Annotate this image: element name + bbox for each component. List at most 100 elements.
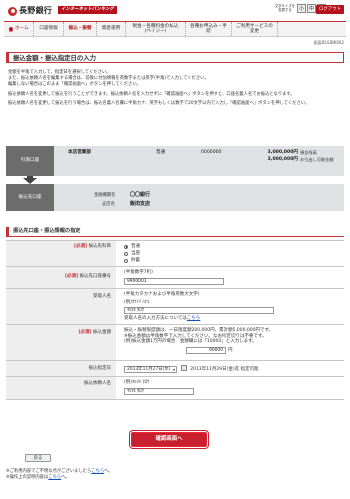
calendar-icon[interactable] xyxy=(180,365,187,371)
amount-row: [必須] 振込金額 振込・振替限度額は、一日限度額200,000円、累計額5,0… xyxy=(6,324,344,360)
required-mark: [必須] xyxy=(78,330,92,335)
bank-value: 〇〇銀行 xyxy=(130,192,151,198)
recipient-help-link[interactable]: こちら xyxy=(187,316,201,321)
withdrawal-branch: 本店営業部 xyxy=(68,150,91,155)
account-label: 振込先口座番号 xyxy=(79,274,112,279)
date-value-cell: 2013年11月27日(水) 2013年11月29日(金)迄 指定可能 xyxy=(124,361,342,376)
account-value-cell: (半角数字7桁) 9900001 xyxy=(124,267,342,288)
footer-line: ※操作上の説明内容はこちらへ。 xyxy=(6,475,344,481)
destination-account-row xyxy=(6,184,344,211)
intro-line: また、振込依頼人名を編集する場合は、前後に付加情報を英数字または英字(半角)で入… xyxy=(8,76,209,82)
font-small-button[interactable]: 小 xyxy=(297,4,306,13)
intro-line: 編集しない場合はこのまま「確認画面へ」ボタンを押してください。 xyxy=(8,82,141,88)
recipient-label-cell: 受取人名 xyxy=(6,289,116,324)
date-note: 2013年11月29日(金)迄 指定可能 xyxy=(190,366,259,372)
subject-row: [必須] 振込先科目 普通 当座 貯蓄 xyxy=(6,240,344,266)
amount-label: 振込金額 xyxy=(93,330,111,335)
required-mark: [必須] xyxy=(73,244,88,249)
withdrawal-type: 普通 xyxy=(156,150,166,155)
required-mark: [必須] xyxy=(64,274,79,279)
footer-text: へ。 xyxy=(61,475,70,481)
intro-line: 金額を半角で入力して、指定日を選択してください。 xyxy=(8,70,111,75)
amount-label-cell: [必須] 振込金額 xyxy=(6,325,116,360)
amount-input[interactable]: 90000 xyxy=(186,346,226,354)
destination-account-label: 振込先口座 xyxy=(6,184,54,211)
header: 長野銀行 インターネットバンキング 文字サイズを変更する 小 中 大 ログアウト xyxy=(0,0,350,20)
recipient-name-input[interactable]: ﾏﾙﾏﾙ ﾀﾛｳ xyxy=(124,307,274,315)
radio-icon[interactable] xyxy=(124,251,128,256)
account-number-input[interactable]: 9900001 xyxy=(124,277,224,285)
available-label: お引出し可能金額 xyxy=(300,157,334,162)
withdrawal-number: 0000000 xyxy=(201,150,222,155)
intro-line: 振込依頼人名を変更して振込を行う場合は、振込名義人名欄に半角カナ、英字もしくは数… xyxy=(8,100,310,106)
subject-label: 振込先科目 xyxy=(88,244,112,249)
internet-banking-badge: インターネットバンキング xyxy=(58,6,117,14)
radio-icon[interactable] xyxy=(124,258,128,263)
font-medium-button[interactable]: 中 xyxy=(307,4,316,13)
requester-name-input[interactable]: ﾏﾙﾏﾙ ﾀﾛｳ xyxy=(124,387,194,395)
recipient-row: 受取人名 (半角カタカナおよび半角英数大文字) (例)ｳｹﾄﾘ ﾊﾅｺ ﾏﾙﾏﾙ… xyxy=(6,288,344,324)
home-icon xyxy=(8,26,14,32)
branch-label: 支店名 xyxy=(102,202,115,207)
subject-option-label: 貯蓄 xyxy=(131,257,140,263)
bank-logo-icon xyxy=(8,6,17,16)
recipient-note: 受取人名の入力方法についてはこちら xyxy=(124,316,342,322)
footer-text: ※操作上の説明内容は xyxy=(6,475,49,481)
nav-transfer[interactable]: 振込・振替 xyxy=(64,22,97,36)
subject-options: 普通 当座 貯蓄 xyxy=(124,241,342,266)
intro-text: 金額を半角で入力して、指定日を選択してください。 また、振込依頼人名を編集する場… xyxy=(8,70,344,110)
recipient-note-text: 受取人名の入力方法については xyxy=(124,316,187,322)
radio-selected-icon[interactable] xyxy=(124,244,128,249)
bank-label: 金融機関名 xyxy=(94,193,116,198)
logout-button[interactable]: ログアウト xyxy=(316,5,344,14)
screen-id: 画面ID:EIBK002 xyxy=(313,40,344,45)
page-title: 振込金額・振込指定日の入力 xyxy=(6,52,344,63)
subject-option-label: 当座 xyxy=(131,250,140,256)
date-row: 振込指定日 2013年11月27日(水) 2013年11月29日(金)迄 指定可… xyxy=(6,360,344,376)
nav-applications[interactable]: 各種お申込み・手続 xyxy=(186,22,232,36)
date-select[interactable]: 2013年11月27日(水) xyxy=(124,365,178,373)
footer-text: へ。 xyxy=(104,469,113,474)
available-amount: 3,000,000円 xyxy=(267,157,298,162)
requester-value-cell: (例)ﾏﾙﾏﾙ ﾀﾛｳ ﾏﾙﾏﾙ ﾀﾛｳ xyxy=(124,377,342,399)
section-title: 振込先口座・振込情報の指定 xyxy=(6,227,344,237)
requester-label: 振込依頼人名 xyxy=(84,381,111,386)
nav-payeasy[interactable]: 税金・各種料金の払込(ペイジー) xyxy=(126,22,186,36)
recipient-value-cell: (半角カタカナおよび半角英数大文字) (例)ｳｹﾄﾘ ﾊﾅｺ ﾏﾙﾏﾙ ﾀﾛｳ … xyxy=(124,289,342,324)
nav-asset-management[interactable]: 資産運用 xyxy=(97,22,126,36)
subject-option-savings[interactable]: 貯蓄 xyxy=(124,257,342,264)
font-size-label: 文字サイズを変更する xyxy=(274,3,296,12)
subject-option-current[interactable]: 当座 xyxy=(124,250,342,257)
bank-logo[interactable]: 長野銀行 xyxy=(8,6,52,16)
amount-input-group: 90000 円 xyxy=(186,346,342,354)
requester-example: (例)ﾏﾙﾏﾙ ﾀﾛｳ xyxy=(124,380,150,385)
subject-option-label: 普通 xyxy=(131,243,140,249)
footer-text: ※ご利用内容でご不明な点がございましたら xyxy=(6,469,92,474)
balance-label: 預金残高 xyxy=(300,150,317,155)
intro-line: 振込依頼人名を変更して振込を行うことができます。振込依頼人名を入力せずに「確認画… xyxy=(8,91,295,97)
help-link[interactable]: こちら xyxy=(48,475,61,480)
recipient-hint: (半角カタカナおよび半角英数大文字) xyxy=(124,292,200,297)
account-hint: (半角数字7桁) xyxy=(124,270,153,275)
confirm-button[interactable]: 確認画面へ xyxy=(131,432,207,447)
withdrawal-account-label: 引落口座 xyxy=(6,146,54,176)
transfer-summary: 引落口座 振込先口座 本店営業部 普通 0000000 3,000,000円 預… xyxy=(6,146,344,211)
nav-account-info[interactable]: 口座情報 xyxy=(34,22,64,36)
inquiry-link[interactable]: こちら xyxy=(91,469,104,474)
requester-label-cell: 振込依頼人名 xyxy=(6,377,116,399)
branch-value: 飯田支店 xyxy=(130,201,151,207)
subject-option-normal[interactable]: 普通 xyxy=(124,243,342,250)
requester-row: 振込依頼人名 (例)ﾏﾙﾏﾙ ﾀﾛｳ ﾏﾙﾏﾙ ﾀﾛｳ xyxy=(6,376,344,400)
nav-home-label: ホーム xyxy=(14,26,29,32)
account-label-cell: [必須] 振込先口座番号 xyxy=(6,267,116,288)
back-button[interactable]: 戻る xyxy=(25,454,51,462)
footer-notes: ※ご利用内容でご不明な点がございましたらこちらへ。 ※操作上の説明内容はこちらへ… xyxy=(6,469,344,482)
recipient-label: 受取人名 xyxy=(93,294,111,299)
amount-example: (例)振込金額1万円の場合 金額欄には「10000」と入力します。 xyxy=(124,339,257,345)
nav-home[interactable]: ホーム xyxy=(4,22,34,36)
bank-name: 長野銀行 xyxy=(19,6,53,15)
date-label: 振込指定日 xyxy=(88,366,112,371)
nav-service-change[interactable]: ご利用サービスの変更 xyxy=(232,22,278,36)
main-nav: ホーム 口座情報 振込・振替 資産運用 税金・各種料金の払込(ペイジー) 各種お… xyxy=(4,21,346,37)
date-label-cell: 振込指定日 xyxy=(6,361,116,376)
